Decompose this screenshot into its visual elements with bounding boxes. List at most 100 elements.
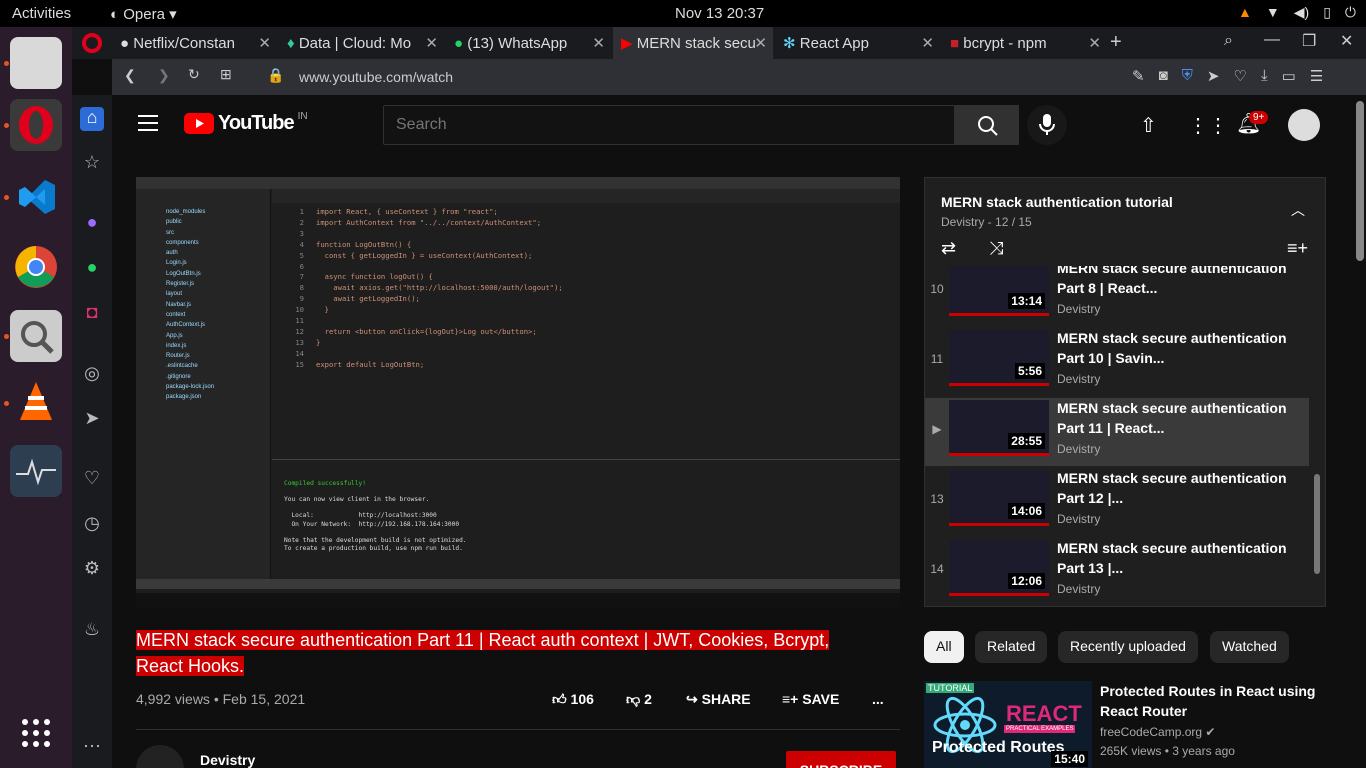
playlist-thumbnail[interactable]: 14:06: [949, 470, 1049, 526]
youtube-logo[interactable]: YouTube IN: [184, 111, 308, 135]
voice-search-button[interactable]: [1027, 105, 1067, 145]
tab-search-icon[interactable]: ⌕: [1224, 32, 1233, 50]
volume-icon[interactable]: ◀): [1294, 4, 1309, 21]
hamburger-menu-icon[interactable]: [138, 115, 158, 131]
tab-data-cloud[interactable]: ♦ Data | Cloud: Mo ✕: [279, 27, 444, 59]
reload-icon[interactable]: ↻: [188, 66, 200, 83]
opera-menu-icon[interactable]: [82, 33, 102, 53]
activities-button[interactable]: Activities: [12, 5, 71, 22]
url-field[interactable]: www.youtube.com/watch: [299, 69, 453, 85]
shield-icon[interactable]: ⛨: [1182, 67, 1193, 85]
tab-react-app[interactable]: ✻ React App ✕: [775, 27, 940, 59]
recommended-channel[interactable]: freeCodeCamp.org ✔: [1100, 725, 1215, 739]
image-viewer-icon[interactable]: [10, 310, 62, 362]
instagram-icon[interactable]: ◘: [80, 302, 104, 326]
tab-bcrypt[interactable]: ■ bcrypt - npm ✕: [942, 27, 1107, 59]
vlc-icon[interactable]: [10, 377, 62, 429]
lightbulb-icon[interactable]: ♨: [80, 619, 104, 643]
more-icon[interactable]: ⋯: [80, 736, 104, 760]
save-button[interactable]: ≡+ SAVE: [782, 691, 839, 707]
playlist-item-title[interactable]: MERN stack secure authentication Part 10…: [1057, 328, 1297, 368]
battery-saver-icon[interactable]: ▭: [1282, 67, 1296, 85]
search-button[interactable]: [955, 105, 1019, 145]
close-tab-icon[interactable]: ✕: [1088, 34, 1101, 52]
system-monitor-icon[interactable]: [10, 445, 62, 497]
close-tab-icon[interactable]: ✕: [592, 34, 605, 52]
opera-icon[interactable]: [10, 99, 62, 151]
forward-icon[interactable]: ❯: [158, 67, 170, 84]
dislike-button[interactable]: 👎︎ 2: [626, 691, 652, 708]
share-button[interactable]: ↪ SHARE: [686, 691, 751, 708]
player-icon[interactable]: ◎: [80, 363, 104, 387]
edit-icon[interactable]: ✎: [1132, 67, 1145, 85]
send-icon[interactable]: ➤: [80, 408, 104, 432]
battery-icon[interactable]: ▯: [1323, 4, 1331, 21]
playlist-channel[interactable]: Devistry: [941, 215, 984, 229]
playlist-item-title[interactable]: MERN stack secure authentication Part 11…: [1057, 398, 1297, 438]
playlist-item[interactable]: 11 5:56 MERN stack secure authentication P…: [925, 328, 1309, 396]
playlist-thumbnail[interactable]: 12:06: [949, 540, 1049, 596]
loop-icon[interactable]: ⇄: [941, 238, 956, 259]
maximize-button[interactable]: ❐: [1302, 31, 1316, 51]
save-playlist-icon[interactable]: ≡+: [1287, 238, 1308, 259]
playlist-item-title[interactable]: MERN stack secure authentication Part 12…: [1057, 468, 1297, 508]
tab-youtube[interactable]: ▶ MERN stack secu ✕: [613, 27, 773, 59]
channel-avatar[interactable]: [136, 745, 184, 768]
playlist-title[interactable]: MERN stack authentication tutorial: [941, 194, 1173, 210]
more-actions-icon[interactable]: ...: [872, 691, 884, 707]
playlist-item[interactable]: 10 13:14 MERN stack secure authentication …: [925, 266, 1309, 326]
shuffle-icon[interactable]: ⤨: [989, 238, 1003, 259]
close-window-button[interactable]: ✕: [1340, 31, 1353, 51]
subscribe-button[interactable]: SUBSCRIBE: [786, 751, 896, 768]
wifi-icon[interactable]: ▼: [1266, 4, 1280, 21]
recommended-title[interactable]: Protected Routes in React using React Ro…: [1100, 681, 1320, 721]
playlist-item[interactable]: 13 14:06 MERN stack secure authentication …: [925, 468, 1309, 536]
camera-icon[interactable]: ◙: [1159, 67, 1168, 85]
app-menu[interactable]: ◐ Opera ▾: [110, 5, 177, 23]
home-icon[interactable]: ⌂: [80, 107, 104, 131]
history-icon[interactable]: ◷: [80, 513, 104, 537]
close-tab-icon[interactable]: ✕: [258, 34, 271, 52]
chip-related[interactable]: Related: [975, 631, 1048, 663]
recommended-video[interactable]: TUTORIAL REACT PRACTICAL EXAMPLES Protec…: [924, 681, 1344, 768]
chip-all[interactable]: All: [924, 631, 964, 663]
playlist-item[interactable]: 14 12:06 MERN stack secure authentication …: [925, 538, 1309, 604]
playlist-item[interactable]: ▶ 28:55 MERN stack secure authentication P…: [925, 398, 1309, 466]
channel-name[interactable]: Devistry: [200, 752, 255, 768]
vscode-icon[interactable]: [10, 171, 62, 223]
vlc-tray-icon[interactable]: ▲: [1238, 4, 1252, 21]
power-icon[interactable]: ⏻: [1345, 4, 1356, 21]
like-button[interactable]: 👍︎ 106: [552, 691, 594, 708]
tabs-grid-icon[interactable]: ⊞: [220, 66, 232, 83]
playlist-item-title[interactable]: MERN stack secure authentication Part 13…: [1057, 538, 1297, 578]
chrome-icon[interactable]: [10, 241, 62, 293]
tab-netflix[interactable]: ● Netflix/Constan ✕: [112, 27, 277, 59]
heart-icon[interactable]: ♡: [80, 468, 104, 492]
search-input[interactable]: [383, 105, 955, 145]
page-scrollbar[interactable]: [1356, 101, 1364, 261]
video-player[interactable]: node_modules public src components auth Login…: [136, 177, 900, 607]
close-tab-icon[interactable]: ✕: [921, 34, 934, 52]
close-tab-icon[interactable]: ✕: [425, 34, 438, 52]
playlist-scrollbar[interactable]: [1314, 474, 1320, 574]
new-tab-button[interactable]: +: [1110, 31, 1122, 54]
clock[interactable]: Nov 13 20:37: [675, 5, 764, 22]
star-icon[interactable]: ☆: [80, 152, 104, 176]
gear-icon[interactable]: ⚙: [80, 558, 104, 582]
show-apps-icon[interactable]: [10, 707, 62, 759]
apps-grid-icon[interactable]: ⋮⋮: [1188, 113, 1228, 138]
whatsapp-sidebar-icon[interactable]: ●: [80, 257, 104, 281]
minimize-button[interactable]: —: [1264, 31, 1280, 49]
playlist-item-title[interactable]: MERN stack secure authentication Part 8 …: [1057, 266, 1297, 298]
recommended-thumbnail[interactable]: TUTORIAL REACT PRACTICAL EXAMPLES Protec…: [924, 681, 1092, 768]
playlist-thumbnail[interactable]: 13:14: [949, 266, 1049, 316]
heart-icon[interactable]: ♡: [1233, 67, 1246, 85]
collapse-icon[interactable]: ︿: [1291, 200, 1305, 220]
messenger-icon[interactable]: ●: [80, 212, 104, 236]
send-icon[interactable]: ➤: [1207, 67, 1220, 85]
chip-recently-uploaded[interactable]: Recently uploaded: [1058, 631, 1198, 663]
files-icon[interactable]: [10, 37, 62, 89]
tab-whatsapp[interactable]: ● (13) WhatsApp ✕: [446, 27, 611, 59]
playlist-thumbnail[interactable]: 5:56: [949, 330, 1049, 386]
chip-watched[interactable]: Watched: [1210, 631, 1289, 663]
